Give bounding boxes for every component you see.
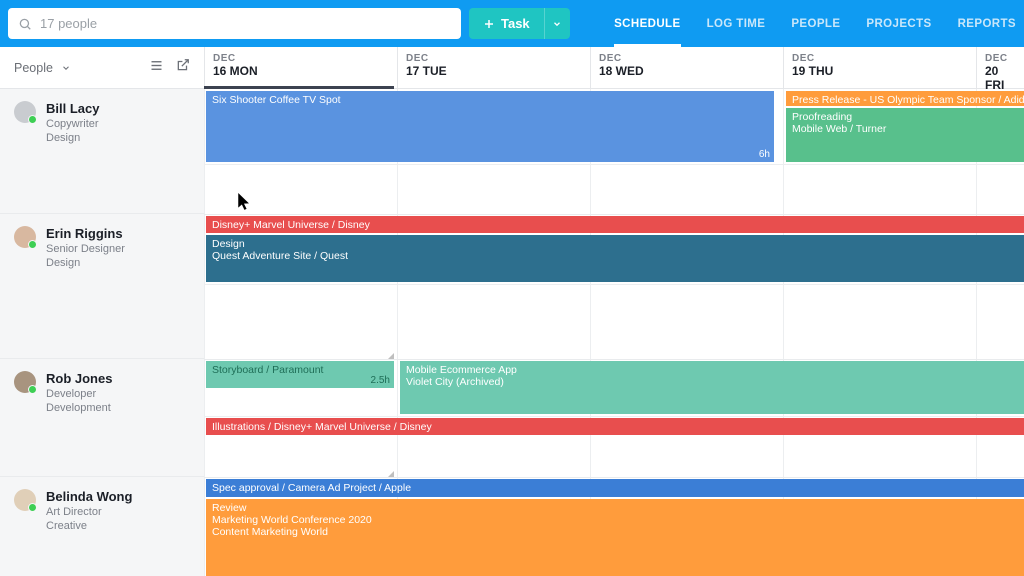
- task-title: Storyboard / Paramount: [212, 364, 323, 376]
- subbar-left: People: [0, 47, 204, 88]
- nav-projects[interactable]: PROJECTS: [866, 0, 931, 47]
- avatar: [14, 101, 36, 123]
- task-block[interactable]: Six Shooter Coffee TV Spot 6h: [206, 91, 774, 162]
- add-task-button[interactable]: Task: [469, 8, 544, 39]
- people-dropdown-label: People: [14, 61, 53, 75]
- chevron-down-icon: [61, 63, 71, 73]
- topbar: Task SCHEDULE LOG TIME PEOPLE PROJECTS R…: [0, 0, 1024, 47]
- day-header-thu[interactable]: DEC19 THU: [783, 47, 976, 88]
- person-role: Copywriter: [46, 117, 99, 132]
- day-header-wed[interactable]: DEC18 WED: [590, 47, 783, 88]
- search-icon: [18, 17, 32, 31]
- search-input[interactable]: [8, 8, 461, 39]
- task-subtitle: Mobile Web / Turner: [792, 123, 1018, 135]
- nav-schedule[interactable]: SCHEDULE: [614, 0, 680, 47]
- person-name: Erin Riggins: [46, 226, 125, 242]
- task-duration: 6h: [759, 149, 770, 160]
- task-button-label: Task: [501, 16, 530, 31]
- person-dept: Development: [46, 401, 112, 416]
- avatar: [14, 489, 36, 511]
- person-name: Bill Lacy: [46, 101, 99, 117]
- plus-icon: [483, 18, 495, 30]
- subbar: People DEC16 MON DEC17 TUE DEC18 WED DEC…: [0, 47, 1024, 89]
- date-header: DEC16 MON DEC17 TUE DEC18 WED DEC19 THU …: [204, 47, 1024, 88]
- person-name: Belinda Wong: [46, 489, 132, 505]
- person-row: Belinda Wong Art Director Creative: [0, 477, 204, 576]
- avatar: [14, 371, 36, 393]
- task-title: Press Release - US Olympic Team Sponsor …: [792, 94, 1024, 106]
- task-title: Mobile Ecommerce App: [406, 364, 1018, 376]
- task-block[interactable]: Illustrations / Disney+ Marvel Universe …: [206, 418, 1024, 435]
- task-title: Proofreading: [792, 111, 1018, 123]
- task-block[interactable]: Review Marketing World Conference 2020 C…: [206, 499, 1024, 576]
- task-block[interactable]: Storyboard / Paramount 2.5h: [206, 361, 394, 388]
- person-role: Art Director: [46, 505, 132, 520]
- task-subtitle: Marketing World Conference 2020: [212, 514, 1018, 526]
- people-column: Bill Lacy Copywriter Design Erin Riggins…: [0, 89, 204, 576]
- task-button-group: Task: [469, 8, 570, 39]
- timeline[interactable]: Six Shooter Coffee TV Spot 6h Press Rele…: [204, 89, 1024, 576]
- person-row: Erin Riggins Senior Designer Design: [0, 214, 204, 359]
- task-block[interactable]: Design Quest Adventure Site / Quest: [206, 235, 1024, 282]
- person-card[interactable]: Bill Lacy Copywriter Design: [0, 89, 204, 146]
- task-block[interactable]: Mobile Ecommerce App Violet City (Archiv…: [400, 361, 1024, 414]
- subbar-tools: [149, 58, 190, 78]
- person-row: Rob Jones Developer Development: [0, 359, 204, 477]
- task-dropdown-button[interactable]: [544, 8, 570, 39]
- search-wrapper: [8, 8, 461, 39]
- task-block[interactable]: Proofreading Mobile Web / Turner: [786, 108, 1024, 162]
- export-icon[interactable]: [176, 58, 190, 78]
- schedule-board: Bill Lacy Copywriter Design Erin Riggins…: [0, 89, 1024, 576]
- task-subtitle: Content Marketing World: [212, 526, 1018, 538]
- person-dept: Design: [46, 131, 99, 146]
- nav-reports[interactable]: REPORTS: [958, 0, 1016, 47]
- day-header-tue[interactable]: DEC17 TUE: [397, 47, 590, 88]
- task-title: Spec approval / Camera Ad Project / Appl…: [212, 482, 411, 494]
- person-name: Rob Jones: [46, 371, 112, 387]
- person-card[interactable]: Erin Riggins Senior Designer Design: [0, 214, 204, 271]
- people-dropdown[interactable]: People: [14, 61, 71, 75]
- chevron-down-icon: [552, 19, 562, 29]
- person-card[interactable]: Rob Jones Developer Development: [0, 359, 204, 416]
- person-row: Bill Lacy Copywriter Design: [0, 89, 204, 214]
- nav-people[interactable]: PEOPLE: [791, 0, 840, 47]
- task-title: Six Shooter Coffee TV Spot: [212, 94, 341, 106]
- person-dept: Design: [46, 256, 125, 271]
- day-header-fri[interactable]: DEC20 FRI: [976, 47, 1024, 88]
- task-subtitle: Quest Adventure Site / Quest: [212, 250, 1018, 262]
- task-subtitle: Violet City (Archived): [406, 376, 1018, 388]
- main-nav: SCHEDULE LOG TIME PEOPLE PROJECTS REPORT…: [614, 0, 1016, 47]
- avatar: [14, 226, 36, 248]
- task-title: Disney+ Marvel Universe / Disney: [212, 219, 370, 231]
- task-title: Review: [212, 502, 1018, 514]
- task-title: Design: [212, 238, 1018, 250]
- task-block[interactable]: Press Release - US Olympic Team Sponsor …: [786, 91, 1024, 106]
- person-dept: Creative: [46, 519, 132, 534]
- task-block[interactable]: Spec approval / Camera Ad Project / Appl…: [206, 479, 1024, 497]
- task-duration: 2.5h: [371, 375, 390, 386]
- person-role: Developer: [46, 387, 112, 402]
- person-role: Senior Designer: [46, 242, 125, 257]
- nav-logtime[interactable]: LOG TIME: [707, 0, 766, 47]
- person-card[interactable]: Belinda Wong Art Director Creative: [0, 477, 204, 534]
- list-view-icon[interactable]: [149, 58, 164, 78]
- task-title: Illustrations / Disney+ Marvel Universe …: [212, 421, 432, 433]
- task-block[interactable]: Disney+ Marvel Universe / Disney: [206, 216, 1024, 233]
- day-header-mon[interactable]: DEC16 MON: [204, 47, 397, 88]
